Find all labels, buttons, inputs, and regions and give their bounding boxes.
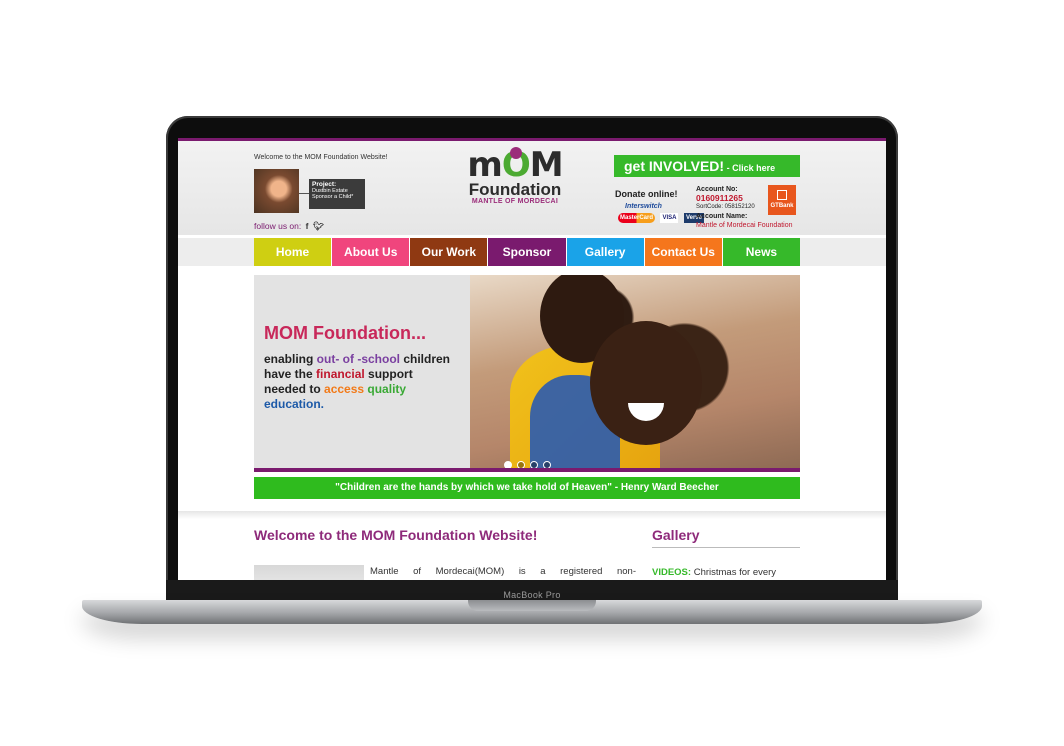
- nav-home[interactable]: Home: [254, 238, 333, 266]
- interswitch-logo[interactable]: Interswitch: [625, 203, 662, 210]
- nav-about-us[interactable]: About Us: [332, 238, 411, 266]
- donate-online-label: Donate online!: [615, 189, 678, 199]
- follow-us: follow us on: f 🐦︎: [254, 221, 324, 232]
- intro-image: [254, 565, 364, 580]
- main-nav: Home About Us Our Work Sponsor Gallery C…: [254, 238, 800, 266]
- logo-foundation: Foundation: [468, 180, 562, 199]
- nav-contact-us[interactable]: Contact Us: [644, 238, 723, 266]
- quote-banner: "Children are the hands by which we take…: [254, 477, 800, 499]
- nav-sponsor[interactable]: Sponsor: [488, 238, 567, 266]
- project-thumbnail[interactable]: [254, 169, 299, 213]
- project-box[interactable]: Project: Dustbin Estate Sponsor a Child*: [309, 179, 365, 209]
- project-title: Project:: [312, 181, 337, 188]
- slide-line-2: have the financial support: [264, 367, 413, 381]
- gallery-videos[interactable]: VIDEOS: Christmas for every: [652, 567, 776, 578]
- website-screen: Welcome to the MOM Foundation Website! P…: [178, 138, 886, 580]
- slide-line-4: education.: [264, 397, 325, 411]
- gtbank-logo: GTBank: [768, 185, 796, 215]
- nav-our-work[interactable]: Our Work: [410, 238, 489, 266]
- slide-caption: MOM Foundation... enabling out- of -scho…: [264, 323, 474, 412]
- site-logo[interactable]: mOM Foundation MANTLE OF MORDECAI: [460, 147, 570, 227]
- welcome-heading: Welcome to the MOM Foundation Website!: [254, 527, 538, 543]
- click-here-label: - Click here: [724, 163, 776, 173]
- account-name: Mantle of Mordecai Foundation: [696, 222, 793, 229]
- videos-label: VIDEOS:: [652, 567, 692, 578]
- children-photo: [470, 275, 800, 468]
- intro-text: Mantle of Mordecai(MOM) is a registered …: [370, 566, 636, 577]
- follow-label: follow us on:: [254, 221, 302, 231]
- laptop-notch: [468, 600, 596, 611]
- hero-slider[interactable]: MOM Foundation... enabling out- of -scho…: [254, 275, 800, 468]
- slide-line-3: needed to access quality: [264, 382, 407, 396]
- project-connector: [299, 193, 309, 194]
- slide-line-1: enabling out- of -school children: [264, 352, 451, 366]
- slider-dot[interactable]: [543, 461, 551, 468]
- site-header: Welcome to the MOM Foundation Website! P…: [178, 141, 886, 235]
- slider-dot[interactable]: [504, 461, 512, 468]
- get-involved-button[interactable]: get INVOLVED! - Click here: [614, 155, 800, 177]
- device-label: MacBook Pro: [503, 590, 561, 600]
- twitter-icon[interactable]: 🐦︎: [313, 221, 324, 231]
- project-line-2: Sponsor a Child*: [312, 194, 354, 200]
- welcome-banner-text: Welcome to the MOM Foundation Website!: [254, 154, 388, 161]
- facebook-icon[interactable]: f: [306, 221, 309, 231]
- videos-text: Christmas for every: [691, 567, 777, 578]
- slider-dot[interactable]: [517, 461, 525, 468]
- nav-gallery[interactable]: Gallery: [566, 238, 645, 266]
- mastercard-icon: MasterCard: [618, 213, 656, 223]
- section-divider: [178, 511, 886, 519]
- logo-figure-icon: [510, 147, 522, 159]
- visa-icon: VISA: [660, 213, 679, 223]
- gallery-divider: [652, 547, 800, 548]
- gallery-heading: Gallery: [652, 527, 700, 543]
- get-involved-label: get INVOLVED!: [624, 158, 725, 174]
- logo-tagline: MANTLE OF MORDECAI: [471, 198, 559, 205]
- slider-dots: [504, 456, 556, 468]
- payment-cards[interactable]: MasterCard VISA Verve: [618, 213, 705, 231]
- nav-news[interactable]: News: [722, 238, 800, 266]
- slide-title: MOM Foundation...: [264, 323, 426, 343]
- slider-dot[interactable]: [530, 461, 538, 468]
- slider-underline: [254, 468, 800, 472]
